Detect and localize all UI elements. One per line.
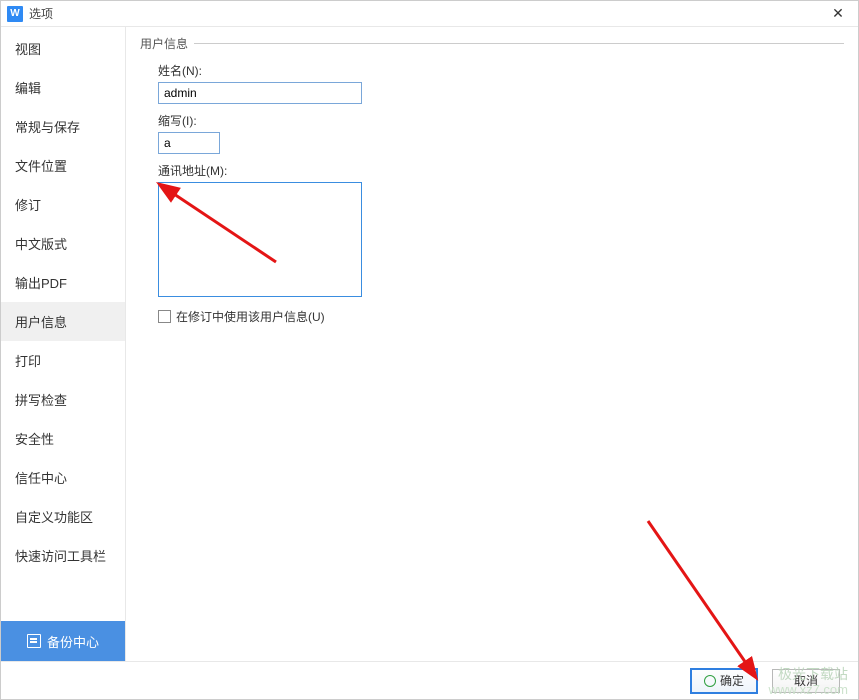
- user-info-fieldset: 用户信息 姓名(N): 缩写(I): 通讯地址(M):: [140, 35, 844, 325]
- sidebar-item-revision[interactable]: 修订: [1, 185, 125, 224]
- sidebar-item-label: 自定义功能区: [15, 510, 93, 525]
- close-button[interactable]: ✕: [824, 5, 852, 22]
- initials-input[interactable]: [158, 132, 220, 154]
- backup-center-button[interactable]: 备份中心: [1, 621, 125, 661]
- sidebar-item-label: 中文版式: [15, 237, 67, 252]
- sidebar-item-view[interactable]: 视图: [1, 29, 125, 68]
- name-input[interactable]: [158, 82, 362, 104]
- sidebar-item-security[interactable]: 安全性: [1, 419, 125, 458]
- dialog-body: 视图 编辑 常规与保存 文件位置 修订 中文版式 输出PDF 用户信息 打印 拼…: [1, 27, 858, 661]
- options-dialog: W 选项 ✕ 视图 编辑 常规与保存 文件位置 修订 中文版式 输出PDF 用户…: [0, 0, 859, 700]
- dialog-footer: 确定 取消: [1, 661, 858, 699]
- sidebar-item-label: 信任中心: [15, 471, 67, 486]
- sidebar-item-edit[interactable]: 编辑: [1, 68, 125, 107]
- sidebar-item-label: 视图: [15, 42, 41, 57]
- watermark-line1: 极光下载站: [769, 667, 848, 682]
- sidebar: 视图 编辑 常规与保存 文件位置 修订 中文版式 输出PDF 用户信息 打印 拼…: [1, 27, 126, 661]
- name-label: 姓名(N):: [158, 62, 844, 79]
- address-textarea[interactable]: [158, 182, 362, 297]
- sidebar-item-label: 打印: [15, 354, 41, 369]
- content-pane: 用户信息 姓名(N): 缩写(I): 通讯地址(M):: [126, 27, 858, 661]
- ok-button[interactable]: 确定: [690, 668, 758, 694]
- sidebar-item-label: 文件位置: [15, 159, 67, 174]
- sidebar-item-label: 用户信息: [15, 315, 67, 330]
- watermark-line2: www.xz7.com: [769, 683, 848, 697]
- address-label: 通讯地址(M):: [158, 162, 844, 179]
- sidebar-item-label: 快速访问工具栏: [15, 549, 106, 564]
- sidebar-item-label: 修订: [15, 198, 41, 213]
- sidebar-item-output-pdf[interactable]: 输出PDF: [1, 263, 125, 302]
- sidebar-item-quick-access[interactable]: 快速访问工具栏: [1, 536, 125, 575]
- fieldset-legend: 用户信息: [140, 35, 194, 52]
- sidebar-item-user-info[interactable]: 用户信息: [1, 302, 125, 341]
- sidebar-item-label: 编辑: [15, 81, 41, 96]
- sidebar-item-print[interactable]: 打印: [1, 341, 125, 380]
- sidebar-item-file-location[interactable]: 文件位置: [1, 146, 125, 185]
- ok-label: 确定: [720, 672, 744, 689]
- use-in-revision-checkbox[interactable]: [158, 310, 171, 323]
- backup-label: 备份中心: [47, 632, 99, 651]
- sidebar-item-label: 拼写检查: [15, 393, 67, 408]
- app-icon: W: [7, 6, 23, 22]
- titlebar: W 选项 ✕: [1, 1, 858, 27]
- sidebar-item-trust-center[interactable]: 信任中心: [1, 458, 125, 497]
- sidebar-item-label: 输出PDF: [15, 276, 67, 291]
- backup-icon: [27, 634, 41, 648]
- sidebar-item-customize-ribbon[interactable]: 自定义功能区: [1, 497, 125, 536]
- checkbox-label: 在修订中使用该用户信息(U): [176, 308, 325, 325]
- dialog-title: 选项: [29, 5, 824, 22]
- sidebar-item-label: 安全性: [15, 432, 54, 447]
- sidebar-item-spellcheck[interactable]: 拼写检查: [1, 380, 125, 419]
- sidebar-item-general-save[interactable]: 常规与保存: [1, 107, 125, 146]
- initials-label: 缩写(I):: [158, 112, 844, 129]
- watermark: 极光下载站 www.xz7.com: [769, 667, 848, 697]
- sidebar-list: 视图 编辑 常规与保存 文件位置 修订 中文版式 输出PDF 用户信息 打印 拼…: [1, 27, 125, 621]
- sidebar-item-label: 常规与保存: [15, 120, 80, 135]
- ok-ring-icon: [704, 675, 716, 687]
- sidebar-item-chinese-layout[interactable]: 中文版式: [1, 224, 125, 263]
